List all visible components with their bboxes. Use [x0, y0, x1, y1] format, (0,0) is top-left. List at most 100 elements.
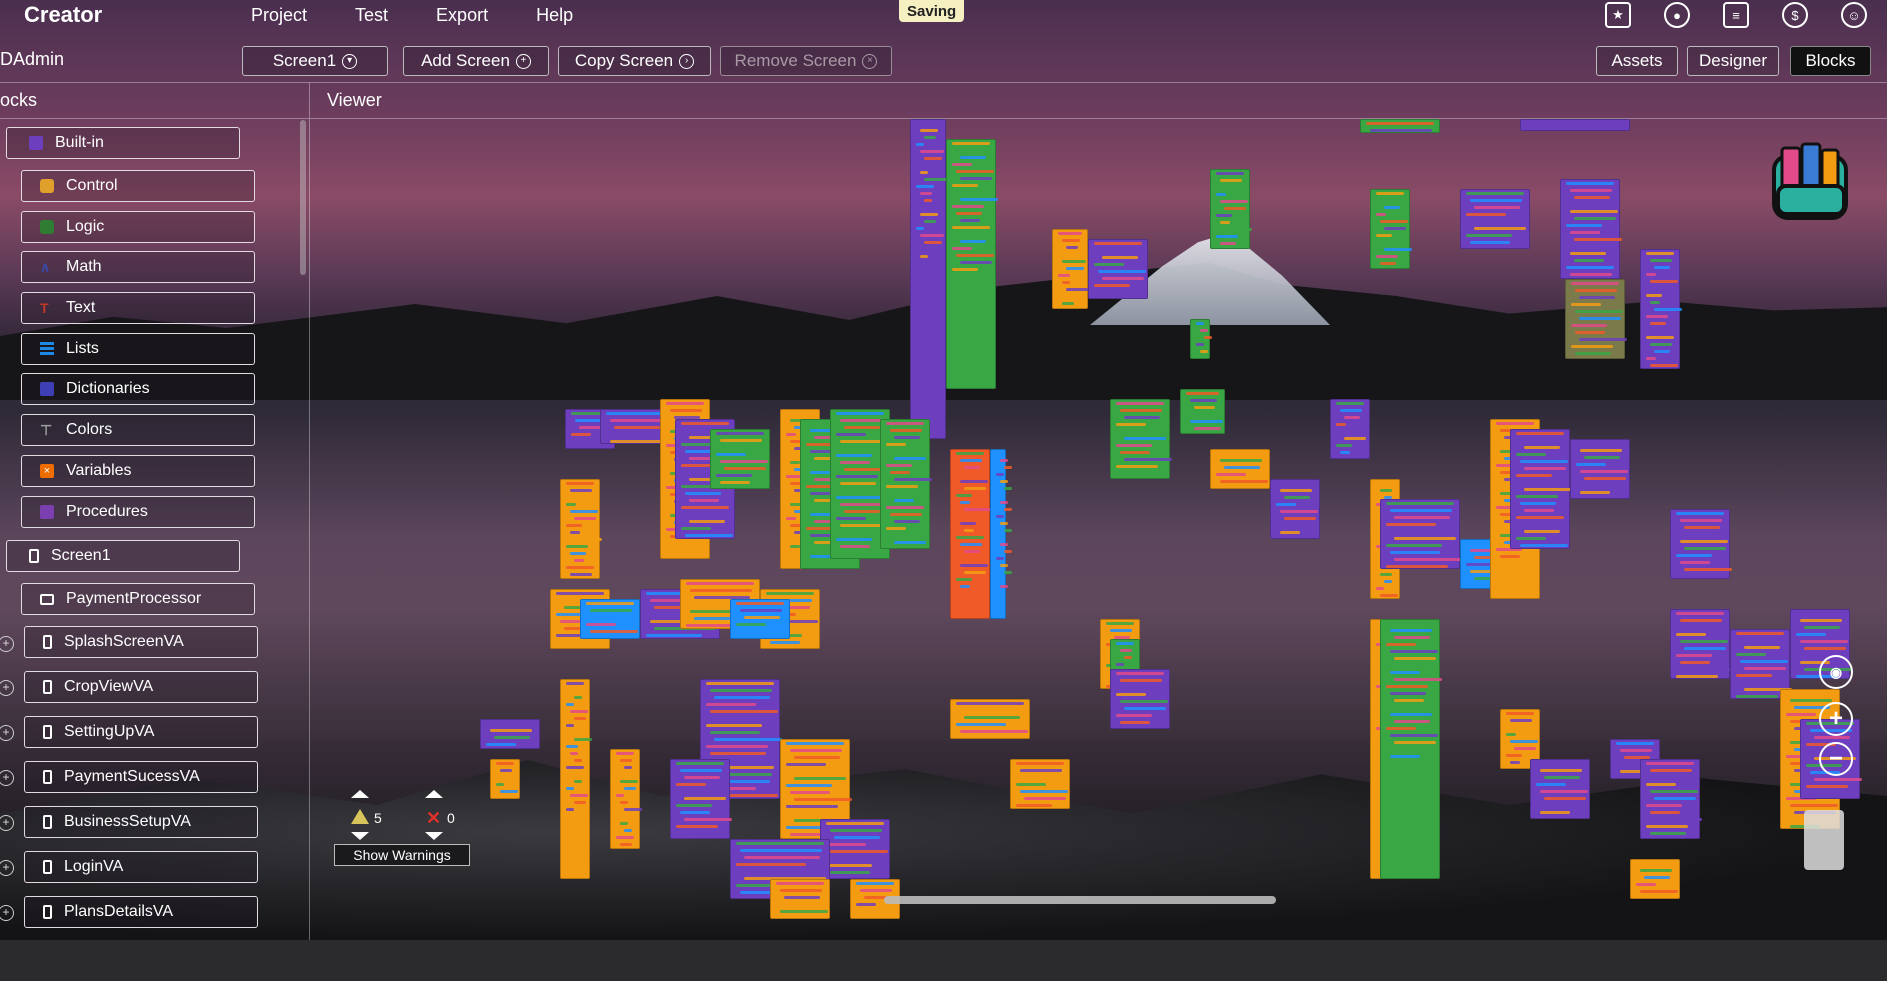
menu-export[interactable]: Export — [436, 5, 488, 26]
code-block-line — [574, 696, 582, 699]
code-block-line — [960, 730, 1028, 733]
builtin-label: Built-in — [55, 134, 104, 151]
code-block[interactable] — [710, 429, 770, 489]
component-loginva[interactable]: LoginVA — [24, 851, 258, 883]
builtin-logic[interactable]: Logic — [21, 211, 255, 243]
procedures-icon — [40, 505, 54, 519]
dollar-icon[interactable]: $ — [1782, 2, 1808, 28]
code-block-line — [1684, 668, 1732, 671]
menu-help[interactable]: Help — [536, 5, 573, 26]
account-icon[interactable]: ☺ — [1841, 2, 1867, 28]
code-block[interactable] — [1110, 669, 1170, 729]
designer-button[interactable]: Designer — [1687, 46, 1779, 76]
code-block-line — [794, 798, 852, 801]
code-block[interactable] — [910, 119, 946, 439]
palette-icon[interactable]: ● — [1664, 2, 1690, 28]
code-block-line — [740, 849, 822, 852]
trash-icon[interactable] — [1804, 810, 1844, 870]
code-block[interactable] — [1560, 179, 1620, 279]
warning-next-arrow-icon[interactable] — [351, 832, 369, 840]
code-block[interactable] — [560, 679, 590, 879]
folder-star-icon[interactable]: ★ — [1605, 2, 1631, 28]
code-block[interactable] — [1530, 759, 1590, 819]
code-block[interactable] — [1460, 189, 1530, 249]
code-block-line — [840, 419, 882, 422]
code-block[interactable] — [730, 599, 790, 639]
expand-icon[interactable]: + — [0, 770, 14, 786]
screen1-drawer[interactable]: Screen1 — [6, 540, 240, 572]
menu-test[interactable]: Test — [355, 5, 388, 26]
warning-prev-arrow-icon[interactable] — [351, 790, 369, 798]
component-paymentprocessor[interactable]: PaymentProcessor — [21, 583, 255, 615]
code-block-line — [1020, 769, 1062, 772]
code-block-line — [1574, 217, 1616, 220]
screen-select-button[interactable]: Screen1 ▾ — [242, 46, 388, 76]
show-warnings-button[interactable]: Show Warnings — [334, 844, 470, 866]
zoom-out-icon[interactable]: − — [1819, 742, 1853, 776]
code-block[interactable] — [1630, 859, 1680, 899]
chevron-down-icon: ▾ — [342, 53, 358, 69]
code-block[interactable] — [610, 749, 640, 849]
center-icon[interactable]: ◉ — [1819, 655, 1853, 689]
zoom-in-icon[interactable]: + — [1819, 702, 1853, 736]
code-block-line — [570, 815, 578, 818]
code-block-line — [1384, 248, 1412, 251]
builtin-procedures[interactable]: Procedures — [21, 496, 255, 528]
builtin-colors[interactable]: ⊤ Colors — [21, 414, 255, 446]
code-block-line — [840, 503, 882, 506]
error-next-arrow-icon[interactable] — [425, 832, 443, 840]
builtin-variables[interactable]: × Variables — [21, 455, 255, 487]
component-settingupva[interactable]: SettingUpVA — [24, 716, 258, 748]
add-screen-button[interactable]: Add Screen + — [403, 46, 549, 76]
code-block-line — [624, 808, 642, 811]
code-block[interactable] — [490, 759, 520, 799]
dictionary-icon — [40, 382, 54, 396]
code-block-line — [570, 510, 598, 513]
code-block[interactable] — [820, 819, 890, 879]
code-block[interactable] — [770, 879, 830, 919]
code-block[interactable] — [950, 699, 1030, 739]
code-block-line — [1390, 713, 1432, 716]
code-block-line — [736, 863, 806, 866]
builtin-text[interactable]: T Text — [21, 292, 255, 324]
blocks-button[interactable]: Blocks — [1790, 46, 1871, 76]
copy-screen-button[interactable]: Copy Screen › — [558, 46, 711, 76]
code-block-line — [1520, 502, 1556, 505]
code-block[interactable] — [1210, 449, 1270, 489]
component-plansdetailsva[interactable]: PlansDetailsVA — [24, 896, 258, 928]
code-block[interactable] — [580, 599, 640, 639]
builtin-math[interactable]: ∧ Math — [21, 251, 255, 283]
remove-screen-button[interactable]: Remove Screen × — [720, 46, 892, 76]
builtin-drawer[interactable]: Built-in — [6, 127, 240, 159]
error-prev-arrow-icon[interactable] — [425, 790, 443, 798]
component-businesssetupva[interactable]: BusinessSetupVA — [24, 806, 258, 838]
code-block-line — [1386, 685, 1428, 688]
builtin-lists[interactable]: Lists — [21, 333, 255, 365]
component-splashscreenva[interactable]: SplashScreenVA — [24, 626, 258, 658]
builtin-control[interactable]: Control — [21, 170, 255, 202]
code-block-line — [1376, 255, 1398, 258]
code-block[interactable] — [1270, 479, 1320, 539]
code-block[interactable] — [1088, 239, 1148, 299]
code-block[interactable] — [1330, 399, 1370, 459]
code-block-line — [1116, 714, 1152, 717]
assets-button[interactable]: Assets — [1596, 46, 1678, 76]
code-block-line — [716, 453, 746, 456]
builtin-dictionaries[interactable]: Dictionaries — [21, 373, 255, 405]
code-block[interactable] — [1190, 319, 1210, 359]
code-block-line — [1680, 640, 1728, 643]
menu-project[interactable]: Project — [251, 5, 307, 26]
code-block[interactable] — [1520, 119, 1630, 131]
component-cropviewva[interactable]: CropViewVA — [24, 671, 258, 703]
component-paymentsucessva[interactable]: PaymentSucessVA — [24, 761, 258, 793]
panel-scrollbar[interactable] — [300, 120, 306, 275]
code-block[interactable] — [1570, 439, 1630, 499]
code-block-line — [956, 452, 984, 455]
docs-icon[interactable]: ≡ — [1723, 2, 1749, 28]
code-block-line — [996, 536, 1004, 539]
blocks-workspace[interactable] — [310, 119, 1887, 940]
code-block-line — [776, 903, 806, 906]
code-block[interactable] — [560, 479, 600, 579]
workspace-horizontal-scrollbar[interactable] — [884, 896, 1276, 904]
backpack-icon[interactable] — [1764, 138, 1860, 230]
